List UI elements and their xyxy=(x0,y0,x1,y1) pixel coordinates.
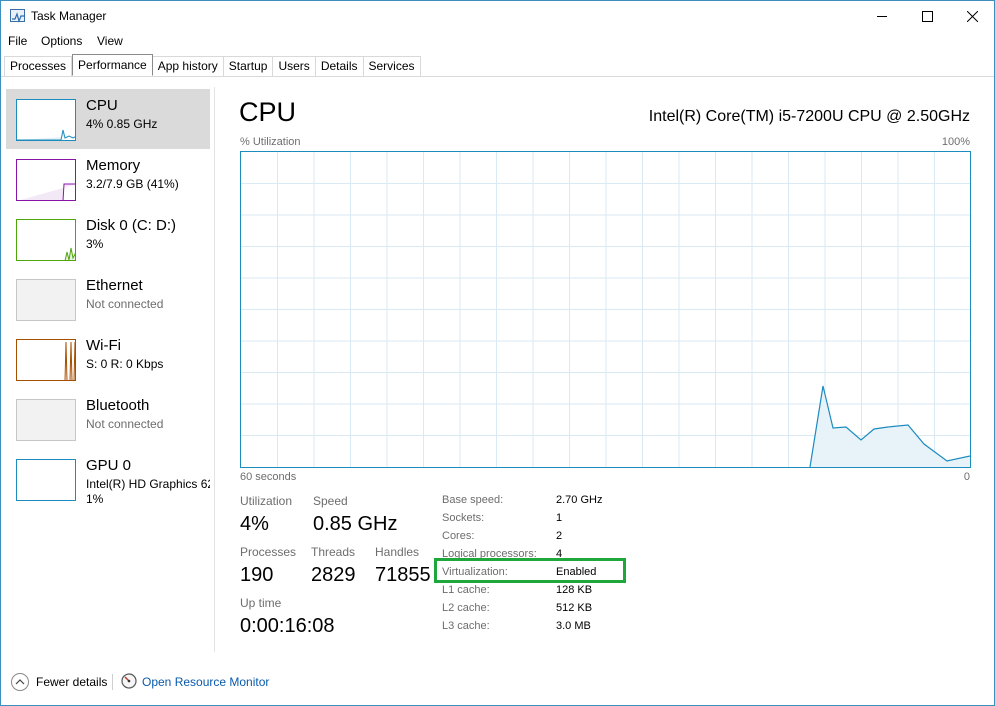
spec-key-cores: Cores: xyxy=(442,530,475,542)
spec-key-sockets: Sockets: xyxy=(442,512,485,524)
tab-performance[interactable]: Performance xyxy=(72,54,153,76)
sidebar-item-gpu[interactable]: GPU 0 Intel(R) HD Graphics 620 1% xyxy=(6,449,210,509)
graph-x-right-label: 0 xyxy=(963,471,970,483)
memory-thumbnail-graph xyxy=(16,159,76,201)
ethernet-thumbnail-graph xyxy=(16,279,76,321)
tab-details[interactable]: Details xyxy=(315,56,364,77)
page-title: CPU xyxy=(239,97,297,127)
sidebar-item-bluetooth[interactable]: Bluetooth Not connected xyxy=(6,389,210,449)
tab-services[interactable]: Services xyxy=(363,56,421,77)
tab-processes[interactable]: Processes xyxy=(4,56,73,77)
wifi-thumbnail-graph xyxy=(16,339,76,381)
sidebar-item-disk[interactable]: Disk 0 (C: D:) 3% xyxy=(6,209,210,269)
graph-y-label: % Utilization xyxy=(240,136,301,148)
sidebar-item-label: GPU 0 xyxy=(86,457,132,474)
sidebar-item-ethernet[interactable]: Ethernet Not connected xyxy=(6,269,210,329)
spec-value-l3-cache: 3.0 MB xyxy=(556,620,591,632)
sidebar-item-cpu[interactable]: CPU 4% 0.85 GHz xyxy=(6,89,210,149)
sidebar-item-label: Disk 0 (C: D:) xyxy=(86,217,176,234)
handles-label: Handles xyxy=(375,545,420,559)
spec-key-l1-cache: L1 cache: xyxy=(442,584,490,596)
resource-monitor-icon[interactable] xyxy=(121,673,137,689)
threads-label: Threads xyxy=(311,545,356,559)
virtualization-highlight xyxy=(434,558,626,583)
graph-grid xyxy=(241,152,970,467)
threads-value: 2829 xyxy=(311,564,356,586)
sidebar-item-detail: Intel(R) HD Graphics 620 xyxy=(86,477,210,491)
handles-value: 71855 xyxy=(375,564,431,586)
menu-view[interactable]: View xyxy=(97,34,123,48)
task-manager-window: Task Manager File Options View Processes… xyxy=(0,0,995,706)
cpu-graph-svg xyxy=(241,152,970,467)
footer-separator xyxy=(112,674,113,690)
task-manager-icon xyxy=(10,9,25,23)
sidebar-item-label: Ethernet xyxy=(86,277,143,294)
spec-key-l2-cache: L2 cache: xyxy=(442,602,490,614)
menu-options[interactable]: Options xyxy=(41,34,82,48)
footer-bar: Fewer details Open Resource Monitor xyxy=(1,666,994,696)
minimize-icon xyxy=(877,16,887,17)
cpu-model-name: Intel(R) Core(TM) i5-7200U CPU @ 2.50GHz xyxy=(648,108,970,125)
cpu-thumbnail-graph xyxy=(16,99,76,141)
sidebar-item-memory[interactable]: Memory 3.2/7.9 GB (41%) xyxy=(6,149,210,209)
maximize-icon xyxy=(921,10,933,22)
resource-sidebar: CPU 4% 0.85 GHz Memory 3.2/7.9 GB (41%) … xyxy=(1,87,213,652)
spec-value-sockets: 1 xyxy=(556,512,563,524)
tab-users[interactable]: Users xyxy=(273,56,316,77)
graph-y-max-label: 100% xyxy=(941,136,970,148)
spec-value-cores: 2 xyxy=(556,530,563,542)
uptime-value: 0:00:16:08 xyxy=(240,615,335,637)
sidebar-item-detail: S: 0 R: 0 Kbps xyxy=(86,357,164,371)
sidebar-item-label: Wi-Fi xyxy=(86,337,121,354)
uptime-label: Up time xyxy=(240,596,282,610)
tab-strip: Processes Performance App history Startu… xyxy=(4,54,421,77)
spec-value-l2-cache: 512 KB xyxy=(556,602,593,614)
open-resource-monitor-link[interactable]: Open Resource Monitor xyxy=(142,675,269,689)
disk-thumbnail-graph xyxy=(16,219,76,261)
fewer-details-button[interactable]: Fewer details xyxy=(36,675,107,689)
spec-key-l3-cache: L3 cache: xyxy=(442,620,490,632)
cpu-utilization-graph xyxy=(240,151,971,468)
window-title: Task Manager xyxy=(31,9,107,23)
title-bar[interactable]: Task Manager xyxy=(1,1,994,31)
close-icon xyxy=(966,10,978,22)
sidebar-item-detail: Not connected xyxy=(86,417,164,431)
utilization-value: 4% xyxy=(240,513,269,535)
spec-value-base-speed: 2.70 GHz xyxy=(556,494,603,506)
sidebar-divider xyxy=(214,87,215,652)
minimize-button[interactable] xyxy=(859,1,905,31)
maximize-button[interactable] xyxy=(904,1,950,31)
processes-value: 190 xyxy=(240,564,274,586)
bluetooth-thumbnail-graph xyxy=(16,399,76,441)
sidebar-item-detail: 3.2/7.9 GB (41%) xyxy=(86,177,179,191)
speed-value: 0.85 GHz xyxy=(313,513,398,535)
speed-label: Speed xyxy=(313,494,348,508)
sidebar-item-detail: 3% xyxy=(86,237,104,251)
sidebar-item-detail-2: 1% xyxy=(86,492,104,506)
tab-startup[interactable]: Startup xyxy=(223,56,274,77)
menu-file[interactable]: File xyxy=(8,34,27,48)
chevron-up-icon[interactable] xyxy=(11,673,29,691)
sidebar-item-wifi[interactable]: Wi-Fi S: 0 R: 0 Kbps xyxy=(6,329,210,389)
processes-label: Processes xyxy=(240,545,297,559)
close-button[interactable] xyxy=(949,1,995,31)
utilization-label: Utilization xyxy=(240,494,293,508)
spec-key-base-speed: Base speed: xyxy=(442,494,504,506)
sidebar-item-detail: Not connected xyxy=(86,297,164,311)
sidebar-item-label: CPU xyxy=(86,97,118,114)
tab-app-history[interactable]: App history xyxy=(152,56,224,77)
sidebar-item-detail: 4% 0.85 GHz xyxy=(86,117,158,131)
gpu-thumbnail-graph xyxy=(16,459,76,501)
graph-x-left-label: 60 seconds xyxy=(240,471,297,483)
spec-value-l1-cache: 128 KB xyxy=(556,584,593,596)
sidebar-item-label: Memory xyxy=(86,157,141,174)
sidebar-item-label: Bluetooth xyxy=(86,397,150,414)
